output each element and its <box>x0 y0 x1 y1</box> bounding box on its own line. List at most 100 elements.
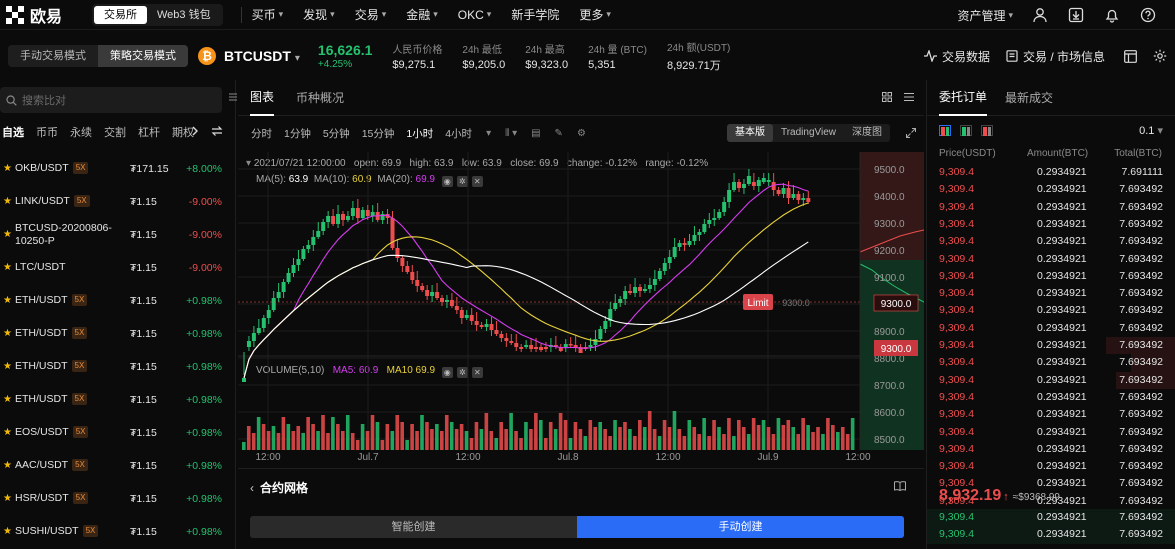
ask-row[interactable]: 9,309.4 0.2934921 7.693492 <box>927 441 1175 458</box>
ask-row[interactable]: 9,309.4 0.2934921 7.693492 <box>927 268 1175 285</box>
star-icon[interactable]: ★ <box>3 196 12 207</box>
asset-management-menu[interactable]: 资产管理 ▾ <box>957 7 1013 24</box>
ask-row[interactable]: 9,309.4 0.2934921 7.693492 <box>927 458 1175 475</box>
bell-icon[interactable] <box>1103 6 1121 24</box>
ask-row[interactable]: 9,309.4 0.2934921 7.693492 <box>927 406 1175 423</box>
nav-item-trade[interactable]: 交易 ▾ <box>355 6 387 23</box>
strategy-trade-mode-button[interactable]: 策略交易模式 <box>98 45 188 67</box>
chevron-right-icon[interactable] <box>191 126 199 136</box>
ask-row[interactable]: 9,309.4 0.2934921 7.693492 <box>927 371 1175 389</box>
ask-row[interactable]: 9,309.4 0.2934921 7.693492 <box>927 424 1175 441</box>
market-row[interactable]: ★ LTC/USDT ₮1.15 -9.00% <box>0 251 236 284</box>
star-icon[interactable]: ★ <box>3 262 12 273</box>
chart-settings-icon[interactable]: ⚙ <box>577 128 586 139</box>
menu-icon[interactable] <box>904 92 914 102</box>
nav-item-more[interactable]: 更多 ▾ <box>579 6 611 23</box>
nav-item-okc[interactable]: OKC ▾ <box>458 8 492 22</box>
star-icon[interactable]: ★ <box>3 163 12 174</box>
tab-futures[interactable]: 交割 <box>104 124 126 140</box>
nav-item-buy[interactable]: 买币 ▾ <box>252 6 284 23</box>
market-row[interactable]: ★ AAC/USDT 5X ₮1.15 +0.98% <box>0 449 236 482</box>
ask-row[interactable]: 9,309.4 0.2934921 7.693492 <box>927 251 1175 268</box>
indicator-icon[interactable]: ▤ <box>531 128 540 139</box>
help-icon[interactable] <box>1139 6 1157 24</box>
market-row[interactable]: ★ LINK/USDT 5X ₮1.15 -9.00% <box>0 185 236 218</box>
interval-1h[interactable]: 1小时 <box>406 126 433 141</box>
market-row[interactable]: ★ ETH/USDT 5X ₮1.15 +0.98% <box>0 284 236 317</box>
ask-row[interactable]: 9,309.4 0.2934921 7.693492 <box>927 337 1175 355</box>
ask-row[interactable]: 9,309.4 0.2934921 7.693492 <box>927 233 1175 250</box>
exchange-mode-button[interactable]: 交易所 <box>94 5 147 24</box>
view-basic-button[interactable]: 基本版 <box>726 124 773 142</box>
interval-4h[interactable]: 4小时 <box>445 126 472 141</box>
trade-market-info-link[interactable]: 交易 / 市场信息 <box>1006 48 1105 65</box>
market-row[interactable]: ★ ETH/USDT 5X ₮1.15 +0.98% <box>0 350 236 383</box>
manual-create-button[interactable]: 手动创建 <box>577 516 904 538</box>
bid-row[interactable]: 9,309.4 0.2934921 7.693492 <box>927 509 1175 527</box>
ask-row[interactable]: 9,309.4 0.2934921 7.693492 <box>927 354 1175 372</box>
trade-data-link[interactable]: 交易数据 <box>923 48 990 65</box>
ask-row[interactable]: 9,309.4 0.2934921 7.693492 <box>927 216 1175 233</box>
star-icon[interactable]: ★ <box>3 328 12 339</box>
book-both-icon[interactable] <box>939 124 951 136</box>
pair-selector[interactable]: BTCUSDT ▾ <box>224 48 300 64</box>
ask-row[interactable]: 9,309.4 0.2934921 7.693492 <box>927 181 1175 198</box>
candlestick-chart[interactable]: 9500.09400.09300.09200.09100.09000.08900… <box>238 152 924 462</box>
interval-dropdown-icon[interactable]: ▾ <box>486 128 491 139</box>
panel-menu-icon[interactable] <box>229 92 237 104</box>
layout-icon[interactable] <box>1121 47 1139 65</box>
view-depth-button[interactable]: 深度图 <box>844 124 890 142</box>
star-icon[interactable]: ★ <box>3 460 12 471</box>
tab-spot[interactable]: 币币 <box>36 124 58 140</box>
interval-1m[interactable]: 1分钟 <box>284 126 311 141</box>
download-icon[interactable] <box>1067 6 1085 24</box>
market-row[interactable]: ★ ETH/USDT 5X ₮1.15 +0.98% <box>0 383 236 416</box>
interval-5m[interactable]: 5分钟 <box>323 126 350 141</box>
market-row[interactable]: ★ EOS/USDT 5X ₮1.15 +0.98% <box>0 416 236 449</box>
manual-trade-mode-button[interactable]: 手动交易模式 <box>8 45 98 67</box>
market-row[interactable]: ★ ETH/USDT 5X ₮1.15 +0.98% <box>0 317 236 350</box>
star-icon[interactable]: ★ <box>3 361 12 372</box>
ask-row[interactable]: 9,309.4 0.2934921 7.693492 <box>927 285 1175 302</box>
market-search-input[interactable]: 搜索比对 <box>0 87 222 113</box>
expand-icon[interactable] <box>906 128 916 138</box>
back-chevron-icon[interactable]: ‹ <box>250 481 254 495</box>
tab-margin[interactable]: 杠杆 <box>138 124 160 140</box>
grid-layout-icon[interactable] <box>882 92 892 102</box>
smart-create-button[interactable]: 智能创建 <box>250 516 577 538</box>
settings-gear-icon[interactable] <box>1151 47 1169 65</box>
view-tradingview-button[interactable]: TradingView <box>773 124 844 142</box>
interval-15m[interactable]: 15分钟 <box>362 126 395 141</box>
nav-item-discover[interactable]: 发现 ▾ <box>303 6 335 23</box>
ask-row[interactable]: 9,309.4 0.2934921 7.693492 <box>927 199 1175 216</box>
star-icon[interactable]: ★ <box>3 394 12 405</box>
market-row[interactable]: ★ OKB/USDT 5X ₮171.15 +8.00% <box>0 152 236 185</box>
book-bids-icon[interactable] <box>960 124 972 136</box>
ask-row[interactable]: 9,309.4 0.2934921 7.693492 <box>927 302 1175 319</box>
tab-latest-trades[interactable]: 最新成交 <box>1005 80 1053 116</box>
interval-timeline[interactable]: 分时 <box>251 126 272 141</box>
nav-item-academy[interactable]: 新手学院 <box>511 6 559 23</box>
star-icon[interactable]: ★ <box>3 229 12 240</box>
brand-logo[interactable]: 欧易 <box>6 3 86 27</box>
user-icon[interactable] <box>1031 6 1049 24</box>
draw-tool-icon[interactable]: ✎ <box>555 128 563 139</box>
precision-select[interactable]: 0.1 ▾ <box>1139 124 1163 137</box>
book-icon[interactable] <box>894 481 906 491</box>
ask-row[interactable]: 9,309.4 0.2934921 7.691111 <box>927 164 1175 181</box>
star-icon[interactable]: ★ <box>3 526 12 537</box>
ask-row[interactable]: 9,309.4 0.2934921 7.693492 <box>927 389 1175 406</box>
tab-favorites[interactable]: 自选 <box>2 124 24 140</box>
ask-row[interactable]: 9,309.4 0.2934921 7.693492 <box>927 320 1175 337</box>
market-row[interactable]: ★ HSR/USDT 5X ₮1.15 +0.98% <box>0 482 236 515</box>
market-row[interactable]: ★ SUSHI/USDT 5X ₮1.15 +0.98% <box>0 515 236 548</box>
tab-coin-overview[interactable]: 币种概况 <box>296 80 344 116</box>
swap-arrows-icon[interactable] <box>211 125 223 137</box>
nav-item-finance[interactable]: 金融 ▾ <box>406 6 438 23</box>
bid-row[interactable]: 9,309.4 0.2934921 7.693492 <box>927 526 1175 544</box>
web3-wallet-button[interactable]: Web3 钱包 <box>147 6 221 24</box>
star-icon[interactable]: ★ <box>3 295 12 306</box>
star-icon[interactable]: ★ <box>3 427 12 438</box>
tab-order-book[interactable]: 委托订单 <box>939 80 988 116</box>
tab-perpetual[interactable]: 永续 <box>70 124 92 140</box>
